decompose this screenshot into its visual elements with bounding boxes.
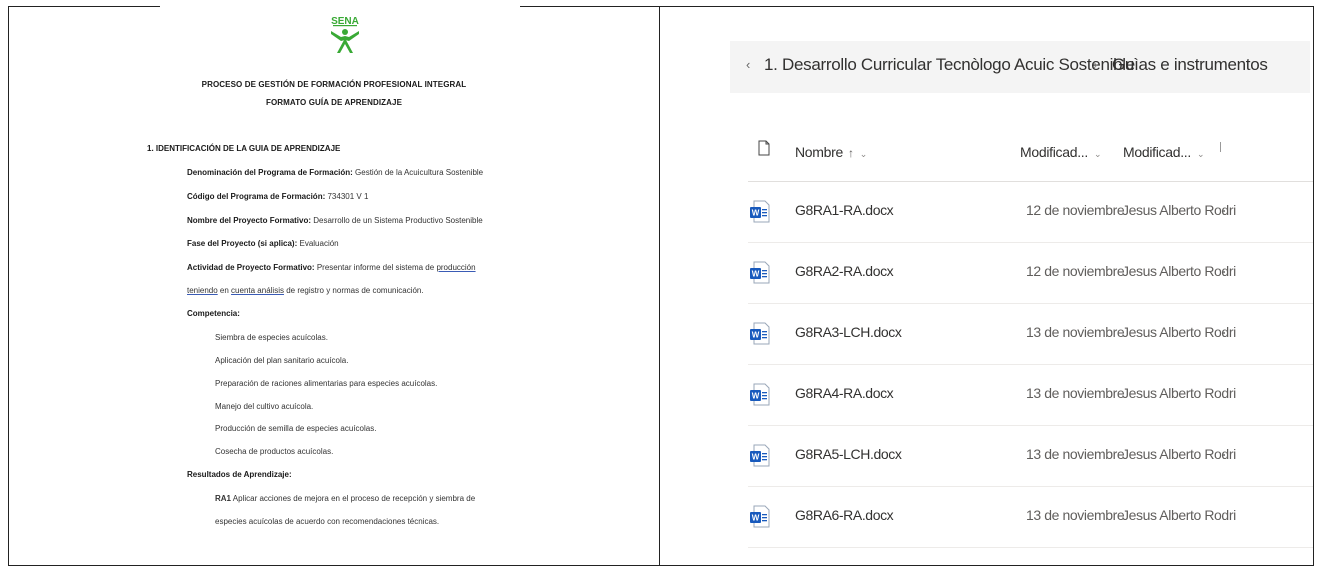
file-name[interactable]: G8RA5-LCH.docx <box>795 446 902 462</box>
file-name[interactable]: G8RA2-RA.docx <box>795 263 894 279</box>
field-actividad: Actividad de Proyecto Formativo: Present… <box>187 263 476 272</box>
chevron-right-icon: › <box>1093 56 1098 72</box>
file-row[interactable]: W G8RA5-LCH.docx 13 de noviembre Jesus A… <box>748 426 1313 487</box>
file-modified: 12 de noviembre <box>1026 202 1125 218</box>
word-document-icon: W <box>750 505 770 528</box>
svg-text:W: W <box>752 453 760 462</box>
file-modified: 13 de noviembre <box>1026 446 1125 462</box>
svg-text:W: W <box>752 392 760 401</box>
file-name[interactable]: G8RA1-RA.docx <box>795 202 894 218</box>
learning-guide-document: SENA PROCESO DE GESTIÓN DE FORMACIÓN PRO… <box>9 7 659 565</box>
file-name[interactable]: G8RA6-RA.docx <box>795 507 894 523</box>
chevron-left-icon[interactable]: ‹ <box>746 57 750 72</box>
field-actividad-line2: teniendo en cuenta análisis de registro … <box>187 286 424 295</box>
file-modified: 13 de noviembre <box>1026 324 1125 340</box>
breadcrumb-current-folder[interactable]: 1. Desarrollo Curricular Tecnòlogo Acuic… <box>764 55 1135 75</box>
competencia-item: Preparación de raciones alimentarias par… <box>215 379 438 388</box>
svg-text:W: W <box>752 270 760 279</box>
field-codigo: Código del Programa de Formación: 734301… <box>187 192 369 201</box>
file-row[interactable]: W G8RA6-RA.docx 13 de noviembre Jesus Al… <box>748 487 1313 548</box>
word-document-icon: W <box>750 444 770 467</box>
column-header-modified[interactable]: Modificad... ⌄ <box>1020 144 1102 160</box>
sena-logo: SENA <box>331 16 359 53</box>
chevron-down-icon: ⌄ <box>1197 149 1205 159</box>
file-name[interactable]: G8RA3-LCH.docx <box>795 324 902 340</box>
document-header-process: PROCESO DE GESTIÓN DE FORMACIÓN PROFESIO… <box>201 80 467 89</box>
file-modified: 13 de noviembre <box>1026 507 1125 523</box>
field-fase: Fase del Proyecto (si aplica): Evaluació… <box>187 239 339 248</box>
file-type-icon[interactable] <box>758 140 770 156</box>
column-header-overflow <box>1220 142 1221 152</box>
document-header-format: FORMATO GUÍA DE APRENDIZAJE <box>265 98 403 107</box>
competencia-item: Aplicación del plan sanitario acuícola. <box>215 356 349 365</box>
field-resultados-label: Resultados de Aprendizaje: <box>187 470 292 479</box>
svg-text:W: W <box>752 331 760 340</box>
file-modified-by: Jesus Alberto Rodri <box>1122 263 1236 279</box>
row-dot <box>1223 271 1225 273</box>
chevron-down-icon: ⌄ <box>859 149 868 159</box>
document-library: ‹ 1. Desarrollo Curricular Tecnòlogo Acu… <box>660 7 1313 565</box>
competencia-item: Producción de semilla de especies acuíco… <box>215 424 377 433</box>
chevron-down-icon: ⌄ <box>1094 149 1102 159</box>
ra1-line1: RA1 Aplicar acciones de mejora en el pro… <box>215 494 476 503</box>
breadcrumb-next-folder[interactable]: Guìas e instrumentos <box>1112 55 1268 75</box>
file-modified-by: Jesus Alberto Rodri <box>1122 446 1236 462</box>
file-modified-by: Jesus Alberto Rodri <box>1122 385 1236 401</box>
svg-text:W: W <box>752 514 760 523</box>
word-document-icon: W <box>750 383 770 406</box>
ra1-line2: especies acuícolas de acuerdo con recome… <box>215 517 440 526</box>
file-modified-by: Jesus Alberto Rodri <box>1122 324 1236 340</box>
row-dot <box>1223 210 1225 212</box>
competencia-item: Manejo del cultivo acuícola. <box>215 402 314 411</box>
section-title: 1. IDENTIFICACIÓN DE LA GUIA DE APRENDIZ… <box>147 144 341 153</box>
sort-ascending-icon: ↑ <box>848 146 854 160</box>
field-proyecto: Nombre del Proyecto Formativo: Desarroll… <box>187 216 483 225</box>
file-row[interactable]: W G8RA2-RA.docx 12 de noviembre Jesus Al… <box>748 243 1313 304</box>
competencia-item: Siembra de especies acuícolas. <box>215 333 328 342</box>
word-document-icon: W <box>750 200 770 223</box>
row-dot <box>1223 332 1225 334</box>
file-modified-by: Jesus Alberto Rodri <box>1122 507 1236 523</box>
file-modified: 13 de noviembre <box>1026 385 1125 401</box>
svg-text:W: W <box>752 209 760 218</box>
file-row[interactable]: W G8RA3-LCH.docx 13 de noviembre Jesus A… <box>748 304 1313 365</box>
column-header-name[interactable]: Nombre ↑ ⌄ <box>795 144 867 160</box>
word-document-icon: W <box>750 261 770 284</box>
competencia-item: Cosecha de productos acuícolas. <box>215 447 334 456</box>
file-modified: 12 de noviembre <box>1026 263 1125 279</box>
row-dot <box>1223 454 1225 456</box>
word-document-icon: W <box>750 322 770 345</box>
file-modified-by: Jesus Alberto Rodri <box>1122 202 1236 218</box>
column-header-modified-by[interactable]: Modificad... ⌄ <box>1123 144 1205 160</box>
file-name[interactable]: G8RA4-RA.docx <box>795 385 894 401</box>
file-row[interactable]: W G8RA4-RA.docx 13 de noviembre Jesus Al… <box>748 365 1313 426</box>
field-denominacion: Denominación del Programa de Formación: … <box>187 168 484 177</box>
file-row[interactable]: W G8RA1-RA.docx 12 de noviembre Jesus Al… <box>748 182 1313 243</box>
field-competencia-label: Competencia: <box>187 309 240 318</box>
